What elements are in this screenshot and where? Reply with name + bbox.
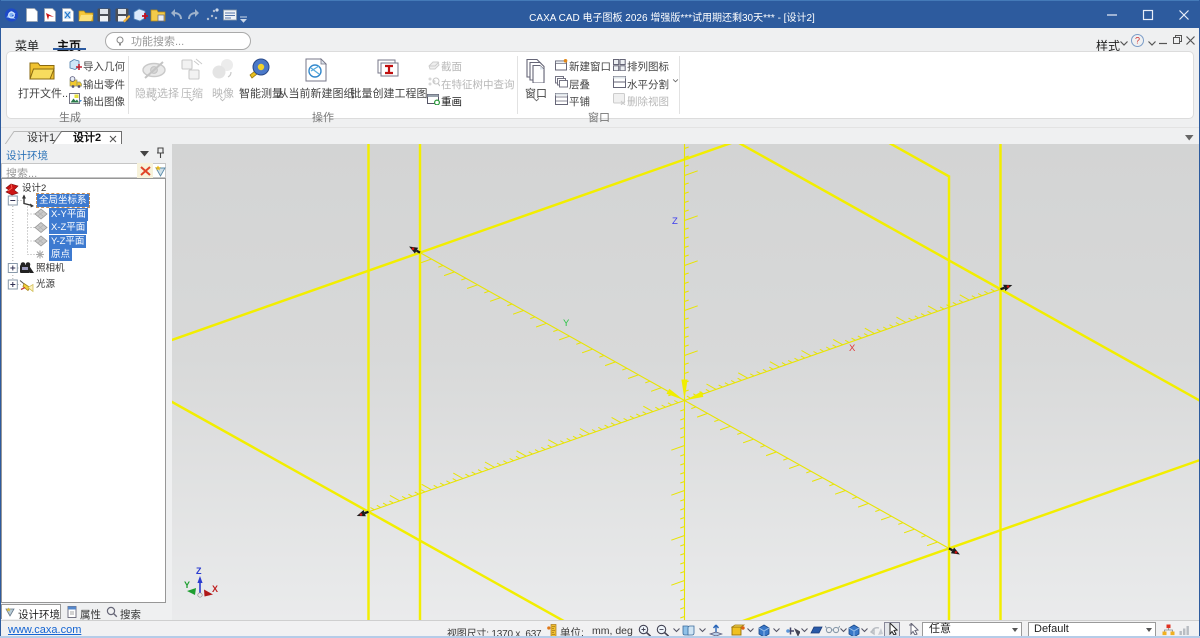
svg-text:Y: Y [563, 318, 570, 329]
svg-text:Y: Y [184, 580, 190, 590]
svg-text:Z: Z [196, 566, 202, 576]
svg-text:X: X [212, 584, 218, 594]
svg-text:?: ? [1135, 36, 1140, 46]
svg-text:Z: Z [672, 216, 678, 227]
svg-text:X: X [849, 343, 856, 354]
